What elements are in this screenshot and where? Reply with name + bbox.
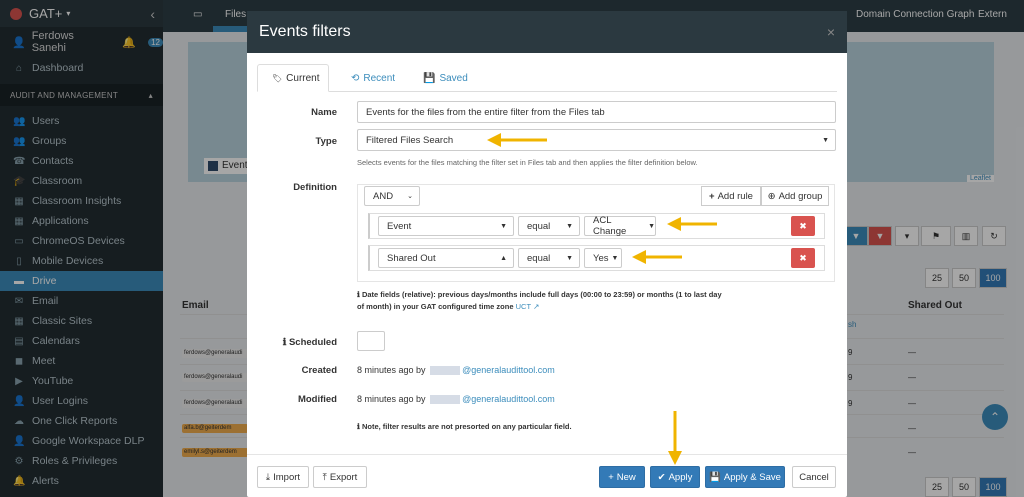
export-button[interactable]: ⤒ Export (313, 466, 367, 488)
caret-down-icon: ▼ (500, 222, 507, 230)
caret-down-icon: ▼ (822, 136, 829, 144)
modified-time: 8 minutes ago by (357, 394, 426, 404)
button-label: Apply & Save (723, 471, 781, 483)
rule-value-select[interactable]: Yes ▼ (584, 248, 622, 268)
created-label: Created (301, 365, 337, 376)
name-label: Name (311, 107, 337, 118)
label-text: Scheduled (288, 337, 337, 348)
button-label: Add group (778, 190, 823, 202)
plus-icon: + (608, 471, 614, 483)
created-value: 8 minutes ago by @generalaudittool.com (357, 365, 555, 376)
modal-title: Events filters (259, 23, 351, 40)
external-link-icon: ↗ (533, 302, 540, 311)
tab-label: Saved (439, 72, 468, 84)
close-icon[interactable]: × (827, 24, 835, 40)
button-label: Apply (668, 471, 693, 483)
check-icon: ✔ (657, 471, 666, 483)
created-time: 8 minutes ago by (357, 365, 426, 375)
name-input[interactable]: Events for the files from the entire fil… (357, 101, 836, 123)
rule-field-select[interactable]: Shared Out ▲ (378, 248, 514, 268)
modified-value: 8 minutes ago by @generalaudittool.com (357, 394, 555, 405)
select-value: Yes (593, 252, 609, 264)
rule-value-select[interactable]: ACL Change ▼ (584, 215, 656, 237)
add-group-button[interactable]: ⊕ Add group (761, 186, 829, 206)
created-by-link[interactable]: @generalaudittool.com (462, 365, 555, 375)
caret-down-icon: ▼ (648, 222, 655, 230)
annotation-arrow-icon (668, 411, 682, 465)
tab-recent[interactable]: ⟲ Recent (337, 64, 409, 92)
tab-saved[interactable]: 💾 Saved (409, 64, 482, 92)
button-label: New (616, 471, 636, 483)
caret-down-icon: ▼ (611, 254, 619, 262)
time-zone-link[interactable]: UCT (516, 302, 531, 311)
info-icon: ℹ (357, 290, 360, 299)
annotation-arrow-icon (667, 217, 717, 231)
date-fields-note: ℹ Date fields (relative): previous days/… (357, 289, 777, 313)
filter-tabs: 🏷 Current ⟲ Recent 💾 Saved (257, 64, 837, 92)
apply-button[interactable]: ✔ Apply (650, 466, 700, 488)
caret-up-icon: ▲ (500, 254, 507, 262)
select-value: equal (527, 220, 551, 232)
delete-rule-button[interactable]: ✖ (791, 248, 815, 268)
modified-label: Modified (297, 394, 337, 405)
condition-select[interactable]: AND ⌄ (364, 186, 420, 206)
button-label: Import (273, 471, 301, 483)
annotation-arrow-icon (487, 133, 547, 147)
save-icon: 💾 (709, 471, 721, 483)
scheduled-checkbox[interactable] (357, 331, 385, 351)
redacted-username (430, 395, 461, 405)
modal-header: Events filters × (247, 11, 847, 53)
modified-by-link[interactable]: @generalaudittool.com (462, 394, 555, 404)
definition-label: Definition (293, 182, 337, 193)
note-line-1: Date fields (relative): previous days/mo… (361, 290, 722, 299)
note-text: Note, filter results are not presorted o… (361, 422, 572, 431)
type-help-text: Selects events for the files matching th… (357, 158, 698, 167)
caret-down-icon: ▼ (566, 222, 573, 230)
new-button[interactable]: + New (599, 466, 645, 488)
rule-field-select[interactable]: Event ▼ (378, 216, 514, 236)
button-label: Export (329, 471, 358, 483)
caret-down-icon: ▼ (566, 254, 573, 262)
condition-value: AND (373, 190, 394, 202)
type-select[interactable]: Filtered Files Search ▼ (357, 129, 836, 151)
import-icon: ⤓ (265, 471, 271, 483)
events-filters-modal: Events filters × 🏷 Current ⟲ Recent 💾 Sa… (247, 11, 847, 497)
tab-current[interactable]: 🏷 Current (257, 64, 329, 92)
plus-circle-icon: ⊕ (767, 190, 776, 202)
tab-label: Current (286, 72, 320, 84)
rule-operator-select[interactable]: equal ▼ (518, 216, 580, 236)
info-icon: ℹ (282, 337, 287, 348)
rule-row: Event ▼ equal ▼ ACL Change ▼ ✖ (368, 213, 825, 239)
apply-save-button[interactable]: 💾 Apply & Save (705, 466, 785, 488)
select-value: Event (387, 220, 412, 232)
delete-rule-button[interactable]: ✖ (791, 216, 815, 236)
plus-icon: + (709, 190, 715, 202)
type-label: Type (315, 136, 337, 147)
button-label: Add rule (717, 190, 753, 202)
note-line-2: of month) in your GAT configured time zo… (357, 302, 514, 311)
rule-operator-select[interactable]: equal ▼ (518, 248, 580, 268)
scheduled-label: ℹ Scheduled (257, 337, 337, 348)
modal-footer: ⤓ Import ⤒ Export + New ✔ Apply 💾 Apply … (247, 454, 847, 497)
import-button[interactable]: ⤓ Import (257, 466, 309, 488)
info-icon: ℹ (357, 422, 360, 431)
chevron-down-icon: ⌄ (407, 193, 413, 200)
tab-label: Recent (363, 72, 396, 84)
cancel-button[interactable]: Cancel (792, 466, 836, 488)
select-value: Shared Out (387, 252, 436, 264)
presort-note: ℹ Note, filter results are not presorted… (357, 421, 572, 433)
select-value: equal (527, 252, 551, 264)
type-value: Filtered Files Search (366, 134, 454, 146)
rule-row: Shared Out ▲ equal ▼ Yes ▼ ✖ (368, 245, 825, 271)
export-icon: ⤒ (322, 471, 327, 483)
tag-icon: 🏷 (272, 73, 283, 83)
add-rule-button[interactable]: + Add rule (701, 186, 761, 206)
save-icon: 💾 (423, 72, 436, 84)
history-icon: ⟲ (351, 72, 360, 84)
select-value: ACL Change (593, 215, 627, 237)
annotation-arrow-icon (632, 250, 682, 264)
redacted-username (430, 366, 461, 376)
definition-builder: AND ⌄ + Add rule ⊕ Add group Event ▼ equ… (357, 184, 835, 282)
